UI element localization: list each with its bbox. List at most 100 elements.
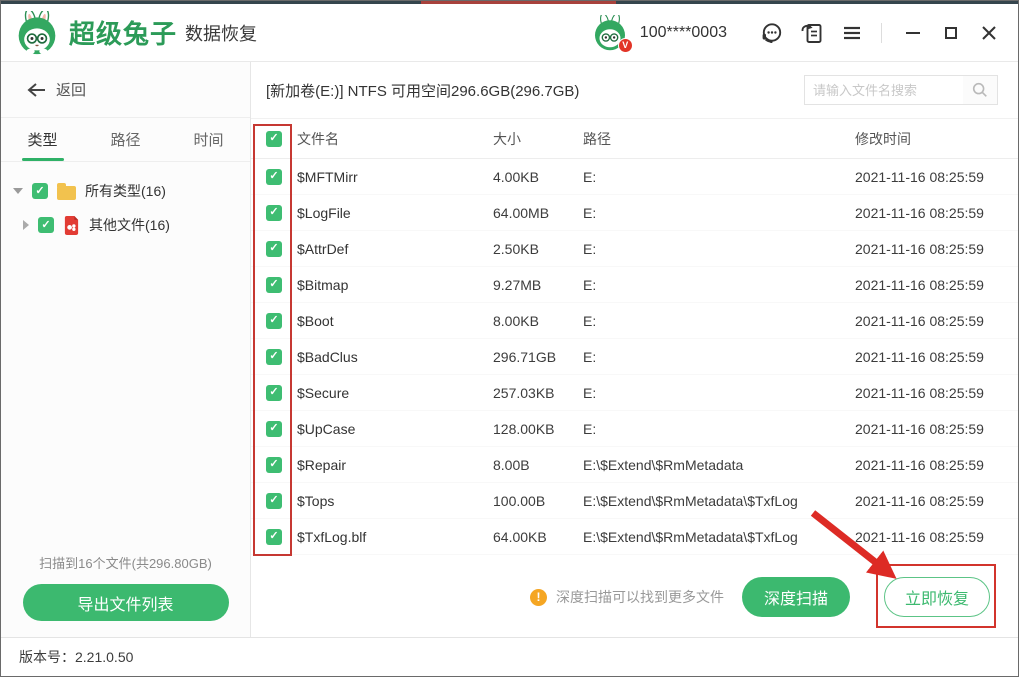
cell-file-size: 64.00MB <box>493 204 550 221</box>
info-bar: [新加卷(E:)] NTFS 可用空间296.6GB(296.7GB) <box>251 62 1018 119</box>
row-checkbox[interactable] <box>266 528 282 545</box>
table-row[interactable]: $AttrDef 2.50KB E: 2021-11-16 08:25:59 <box>251 231 1018 267</box>
tab-label: 时间 <box>193 132 224 149</box>
row-checkbox[interactable] <box>266 204 282 221</box>
tab-path[interactable]: 路径 <box>84 118 167 161</box>
close-icon[interactable] <box>974 18 1004 48</box>
cell-file-path: E: <box>583 276 597 293</box>
cell-file-size: 257.03KB <box>493 384 555 401</box>
cell-file-path: E:\$Extend\$RmMetadata\$TxfLog <box>583 492 798 509</box>
cell-file-name: $Repair <box>297 456 347 473</box>
tree-checkbox[interactable] <box>38 217 54 233</box>
cell-modified-time: 2021-11-16 08:25:59 <box>855 348 984 365</box>
table-rows: $MFTMirr 4.00KB E: 2021-11-16 08:25:59 $… <box>251 159 1018 555</box>
sidebar: 返回 类型 路径 时间 所有类型(16) <box>1 62 251 637</box>
table-row[interactable]: $BadClus 296.71GB E: 2021-11-16 08:25:59 <box>251 339 1018 375</box>
table-row[interactable]: $Boot 8.00KB E: 2021-11-16 08:25:59 <box>251 303 1018 339</box>
cell-file-size: 100.00B <box>493 492 546 509</box>
row-checkbox[interactable] <box>266 168 282 185</box>
cell-modified-time: 2021-11-16 08:25:59 <box>855 312 984 329</box>
cell-file-size: 8.00KB <box>493 312 539 329</box>
cell-file-size: 9.27MB <box>493 276 542 293</box>
vip-badge: V <box>617 37 633 53</box>
table-row[interactable]: $Tops 100.00B E:\$Extend\$RmMetadata\$Tx… <box>251 483 1018 519</box>
export-file-list-button[interactable]: 导出文件列表 <box>22 584 229 621</box>
search-input[interactable] <box>805 76 963 104</box>
product-name: 数据恢复 <box>185 23 258 44</box>
caret-right-icon[interactable] <box>23 220 29 230</box>
cell-file-path: E: <box>583 384 597 401</box>
action-bar: ! 深度扫描可以找到更多文件 深度扫描 立即恢复 <box>251 555 1018 639</box>
cell-file-size: 2.50KB <box>493 240 539 257</box>
cell-modified-time: 2021-11-16 08:25:59 <box>855 384 984 401</box>
tree-item-all-types[interactable]: 所有类型(16) <box>1 174 250 208</box>
cell-modified-time: 2021-11-16 08:25:59 <box>855 456 984 473</box>
row-checkbox[interactable] <box>266 276 282 293</box>
cell-file-path: E:\$Extend\$RmMetadata <box>583 456 744 473</box>
cell-file-name: $LogFile <box>297 204 351 221</box>
main-panel: [新加卷(E:)] NTFS 可用空间296.6GB(296.7GB) 文件名 … <box>251 62 1018 637</box>
avatar[interactable]: V <box>592 12 633 53</box>
column-header-time[interactable]: 修改时间 <box>855 129 1018 149</box>
column-header-name[interactable]: 文件名 <box>297 129 493 149</box>
cell-file-path: E: <box>583 168 597 185</box>
menu-icon[interactable] <box>837 18 867 48</box>
table-row[interactable]: $MFTMirr 4.00KB E: 2021-11-16 08:25:59 <box>251 159 1018 195</box>
cell-file-size: 4.00KB <box>493 168 539 185</box>
status-bar: 版本号：2.21.0.50 <box>1 637 1018 676</box>
table-row[interactable]: $Secure 257.03KB E: 2021-11-16 08:25:59 <box>251 375 1018 411</box>
cell-modified-time: 2021-11-16 08:25:59 <box>855 204 984 221</box>
tab-type[interactable]: 类型 <box>1 118 84 161</box>
cell-file-name: $Boot <box>297 312 334 329</box>
cell-file-name: $UpCase <box>297 420 356 437</box>
deep-scan-button[interactable]: 深度扫描 <box>742 577 850 617</box>
table-header: 文件名 大小 路径 修改时间 <box>251 119 1018 159</box>
table-row[interactable]: $UpCase 128.00KB E: 2021-11-16 08:25:59 <box>251 411 1018 447</box>
feedback-icon[interactable] <box>797 18 827 48</box>
back-button[interactable]: 返回 <box>1 62 250 118</box>
table-row[interactable]: $LogFile 64.00MB E: 2021-11-16 08:25:59 <box>251 195 1018 231</box>
tab-time[interactable]: 时间 <box>167 118 250 161</box>
tree-item-label: 其他文件(16) <box>89 217 170 233</box>
row-checkbox[interactable] <box>266 420 282 437</box>
media-file-icon <box>63 215 80 235</box>
tree-item-label: 所有类型(16) <box>85 183 166 199</box>
maximize-icon[interactable] <box>936 18 966 48</box>
table-row[interactable]: $Bitmap 9.27MB E: 2021-11-16 08:25:59 <box>251 267 1018 303</box>
select-all-checkbox[interactable] <box>266 130 282 147</box>
cell-file-path: E: <box>583 204 597 221</box>
cell-modified-time: 2021-11-16 08:25:59 <box>855 528 984 545</box>
tab-label: 类型 <box>27 132 58 149</box>
headset-icon[interactable] <box>757 18 787 48</box>
table-row[interactable]: $TxfLog.blf 64.00KB E:\$Extend\$RmMetada… <box>251 519 1018 555</box>
column-header-path[interactable]: 路径 <box>583 129 855 149</box>
cell-file-name: $AttrDef <box>297 240 349 257</box>
cell-file-path: E: <box>583 420 597 437</box>
scan-summary: 扫描到16个文件(共296.80GB) <box>39 556 212 571</box>
back-arrow-icon <box>27 82 45 97</box>
row-checkbox[interactable] <box>266 240 282 257</box>
cell-file-name: $Secure <box>297 384 350 401</box>
cell-file-name: $BadClus <box>297 348 358 365</box>
minimize-icon[interactable] <box>898 18 928 48</box>
tree-checkbox[interactable] <box>32 183 48 199</box>
caret-down-icon[interactable] <box>13 188 23 194</box>
account-number: 100****0003 <box>639 23 727 41</box>
cell-file-path: E: <box>583 348 597 365</box>
row-checkbox[interactable] <box>266 312 282 329</box>
recover-now-button[interactable]: 立即恢复 <box>884 577 990 617</box>
row-checkbox[interactable] <box>266 492 282 509</box>
row-checkbox[interactable] <box>266 456 282 473</box>
version-text: 版本号：2.21.0.50 <box>19 649 134 665</box>
search-icon[interactable] <box>963 76 997 104</box>
cell-file-size: 8.00B <box>493 456 530 473</box>
row-checkbox[interactable] <box>266 348 282 365</box>
row-checkbox[interactable] <box>266 384 282 401</box>
cell-file-name: $MFTMirr <box>297 168 358 185</box>
warning-icon: ! <box>530 588 547 606</box>
tab-label: 路径 <box>110 132 141 149</box>
column-header-size[interactable]: 大小 <box>493 129 583 149</box>
cell-file-path: E: <box>583 240 597 257</box>
table-row[interactable]: $Repair 8.00B E:\$Extend\$RmMetadata 202… <box>251 447 1018 483</box>
tree-item-other-files[interactable]: 其他文件(16) <box>1 208 250 242</box>
